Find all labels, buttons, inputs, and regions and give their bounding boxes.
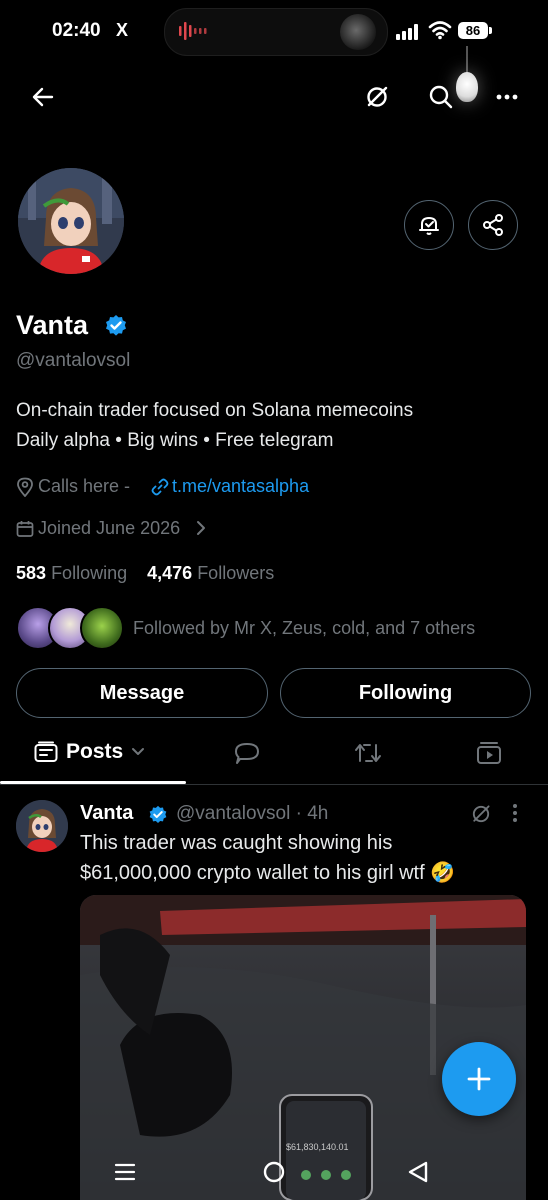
verified-badge-icon — [148, 805, 168, 825]
tweet-text-line-2: $61,000,000 crypto wallet to his girl wt… — [80, 862, 456, 884]
tab-divider — [0, 784, 548, 785]
menu-icon — [114, 1163, 136, 1181]
replies-icon — [235, 743, 259, 764]
grok-icon — [472, 805, 490, 823]
share-button[interactable] — [468, 200, 518, 250]
home-circle-icon — [263, 1161, 285, 1183]
status-time: 02:40 — [52, 20, 101, 41]
tab-posts-label: Posts — [66, 740, 124, 763]
following-count[interactable]: 583 — [16, 563, 46, 583]
light-bulb-sticker — [456, 72, 478, 102]
system-recents-button[interactable] — [114, 1162, 136, 1182]
link-icon — [151, 478, 169, 496]
profile-joined[interactable]: Joined June 2026 — [38, 518, 180, 539]
tab-media[interactable] — [476, 741, 502, 765]
followers-label[interactable]: Followers — [197, 563, 274, 583]
following-button[interactable]: Following — [280, 668, 531, 718]
profile-avatar[interactable] — [16, 166, 126, 276]
notify-bell-icon — [419, 217, 439, 235]
verified-badge-icon — [104, 314, 128, 338]
system-back-button[interactable] — [406, 1160, 430, 1184]
tweet-grok-button[interactable] — [470, 803, 492, 825]
recording-bars-icon — [178, 20, 214, 42]
followers-count[interactable]: 4,476 — [147, 563, 192, 583]
bio-line-2: Daily alpha • Big wins • Free telegram — [16, 430, 334, 451]
following-label[interactable]: Following — [51, 563, 127, 583]
back-triangle-icon — [408, 1161, 428, 1183]
followed-by-text[interactable]: Followed by Mr X, Zeus, cold, and 7 othe… — [133, 618, 475, 639]
signal-icon — [396, 24, 420, 40]
back-button[interactable] — [28, 80, 58, 114]
media-thumbnail — [340, 14, 376, 50]
media-phone-text: $61,830,140.01 — [286, 1142, 349, 1152]
grok-button[interactable] — [360, 80, 394, 114]
compose-button[interactable] — [442, 1042, 516, 1116]
message-button[interactable]: Message — [16, 668, 268, 718]
tab-replies[interactable] — [234, 741, 260, 765]
wifi-icon — [428, 20, 452, 40]
more-options-button[interactable] — [490, 80, 524, 114]
battery-tip — [489, 27, 492, 34]
profile-link[interactable]: t.me/vantasalpha — [172, 476, 309, 497]
media-icon — [477, 742, 501, 764]
search-icon — [429, 85, 453, 109]
more-vertical-icon — [513, 804, 517, 822]
more-icon — [496, 94, 518, 100]
share-icon — [483, 214, 503, 236]
location-icon — [16, 477, 34, 497]
calendar-icon — [16, 520, 34, 538]
search-button[interactable] — [424, 80, 458, 114]
grok-icon — [367, 86, 388, 107]
tab-posts[interactable]: Posts — [34, 740, 145, 764]
battery-indicator: 86 — [458, 22, 488, 39]
posts-icon — [34, 741, 58, 762]
profile-location: Calls here - — [38, 476, 131, 496]
system-home-button[interactable] — [262, 1160, 286, 1184]
tab-highlights[interactable] — [354, 741, 382, 765]
tweet-text-line-1: This trader was caught showing his — [80, 832, 393, 854]
tweet-more-button[interactable] — [512, 803, 518, 823]
follow-stats: 583 Following 4,476 Followers — [16, 563, 274, 584]
chevron-right-icon[interactable] — [196, 520, 206, 536]
plus-icon — [467, 1067, 491, 1091]
follower-avatar[interactable] — [80, 606, 124, 650]
profile-name: Vanta — [16, 310, 89, 340]
x-notification-icon: X — [116, 20, 129, 40]
bio-line-1: On-chain trader focused on Solana memeco… — [16, 400, 414, 421]
profile-handle: @vantalovsol — [16, 350, 131, 371]
tweet-avatar[interactable] — [16, 800, 68, 852]
highlights-icon — [355, 744, 381, 762]
back-arrow-icon — [32, 87, 54, 107]
tweet-handle-time: @vantalovsol · 4h — [176, 803, 329, 824]
tweet-author-name[interactable]: Vanta — [80, 802, 133, 825]
chevron-down-icon — [132, 748, 145, 755]
notify-button[interactable] — [404, 200, 454, 250]
